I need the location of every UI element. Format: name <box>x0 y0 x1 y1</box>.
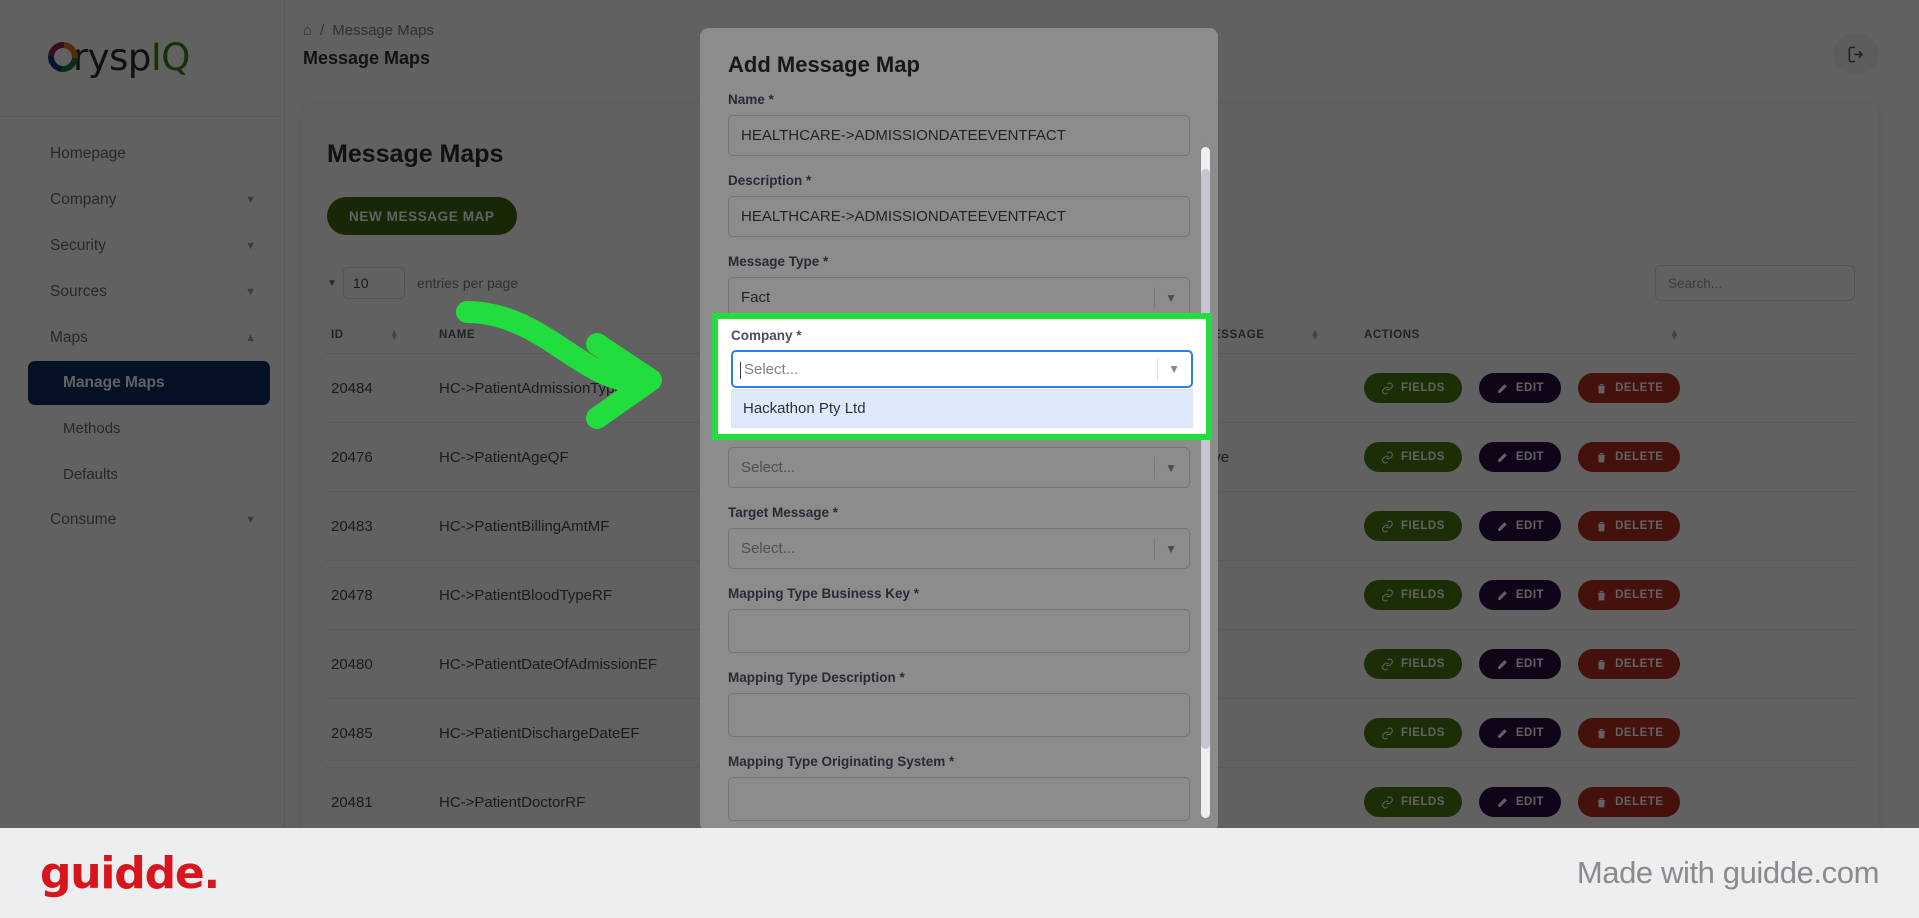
field-label: Message Type * <box>728 254 829 269</box>
message-type-select[interactable]: Fact ▼ <box>728 277 1190 318</box>
field-message-type: Message Type * Fact ▼ <box>728 254 1190 318</box>
selected-value: Fact <box>741 289 771 306</box>
mapping-type-description-input[interactable] <box>728 693 1190 737</box>
guidde-footer: guidde. Made with guidde.com <box>0 828 1919 918</box>
chevron-down-icon: ▼ <box>1165 290 1177 305</box>
field-label: Name * <box>728 92 774 107</box>
scroll-up-icon[interactable]: ▲ <box>1201 134 1210 145</box>
mapping-type-business-key-input[interactable] <box>728 609 1190 653</box>
field-name: Name * HEALTHCARE->ADMISSIONDATEEVENTFAC… <box>728 92 1190 156</box>
select-divider <box>1157 358 1159 380</box>
chevron-down-icon: ▼ <box>1165 541 1177 556</box>
name-input[interactable]: HEALTHCARE->ADMISSIONDATEEVENTFACT <box>728 115 1190 156</box>
field-target-message: Target Message * Select... ▼ <box>728 505 1190 569</box>
select-divider <box>1154 286 1156 309</box>
dialog-title: Add Message Map <box>728 52 920 77</box>
field-mapping-type-originating-system: Mapping Type Originating System * <box>728 754 1190 821</box>
chevron-down-icon: ▼ <box>1165 460 1177 475</box>
field-label: Mapping Type Business Key * <box>728 586 920 601</box>
company-field-highlight: Company * Select... ▼ Hackathon Pty Ltd <box>712 313 1212 440</box>
made-with-guidde-text: Made with guidde.com <box>1576 855 1880 890</box>
chevron-down-icon: ▼ <box>1168 362 1180 376</box>
guidde-arrow <box>456 301 662 429</box>
field-label: Description * <box>728 173 812 188</box>
selected-value: Select... <box>741 459 796 476</box>
description-input[interactable]: HEALTHCARE->ADMISSIONDATEEVENTFACT <box>728 196 1190 237</box>
dialog-scrollbar[interactable]: ▲ ▼ <box>1201 134 1210 830</box>
select-divider <box>1154 456 1156 479</box>
scrollbar-thumb[interactable] <box>1201 169 1210 749</box>
mapping-type-originating-system-input[interactable] <box>728 777 1190 821</box>
screenshot-root: ryspIQ Homepage Company ▼ Security ▼ Sou… <box>0 0 1919 918</box>
field-label: Mapping Type Originating System * <box>728 754 955 769</box>
company-option-hackathon-pty-ltd[interactable]: Hackathon Pty Ltd <box>732 390 1192 427</box>
target-message-select[interactable]: Select... ▼ <box>728 528 1190 569</box>
field-label: Target Message * <box>728 505 839 520</box>
company-select-placeholder: Select... <box>739 360 799 379</box>
source-message-select[interactable]: Select... ▼ <box>728 447 1190 488</box>
field-description: Description * HEALTHCARE->ADMISSIONDATEE… <box>728 173 1190 237</box>
select-divider <box>1154 537 1156 560</box>
field-label: Mapping Type Description * <box>728 670 905 685</box>
company-dropdown-menu: Hackathon Pty Ltd <box>731 389 1193 428</box>
field-mapping-type-description: Mapping Type Description * <box>728 670 1190 737</box>
company-field-label: Company * <box>731 328 802 343</box>
field-mapping-type-business-key: Mapping Type Business Key * <box>728 586 1190 653</box>
selected-value: Select... <box>741 540 796 557</box>
guidde-logo: guidde. <box>40 847 220 899</box>
company-select-input[interactable]: Select... ▼ <box>731 350 1193 388</box>
dialog-body: Name * HEALTHCARE->ADMISSIONDATEEVENTFAC… <box>700 92 1218 832</box>
field-source-message: Source Message * Select... ▼ <box>728 447 1190 488</box>
